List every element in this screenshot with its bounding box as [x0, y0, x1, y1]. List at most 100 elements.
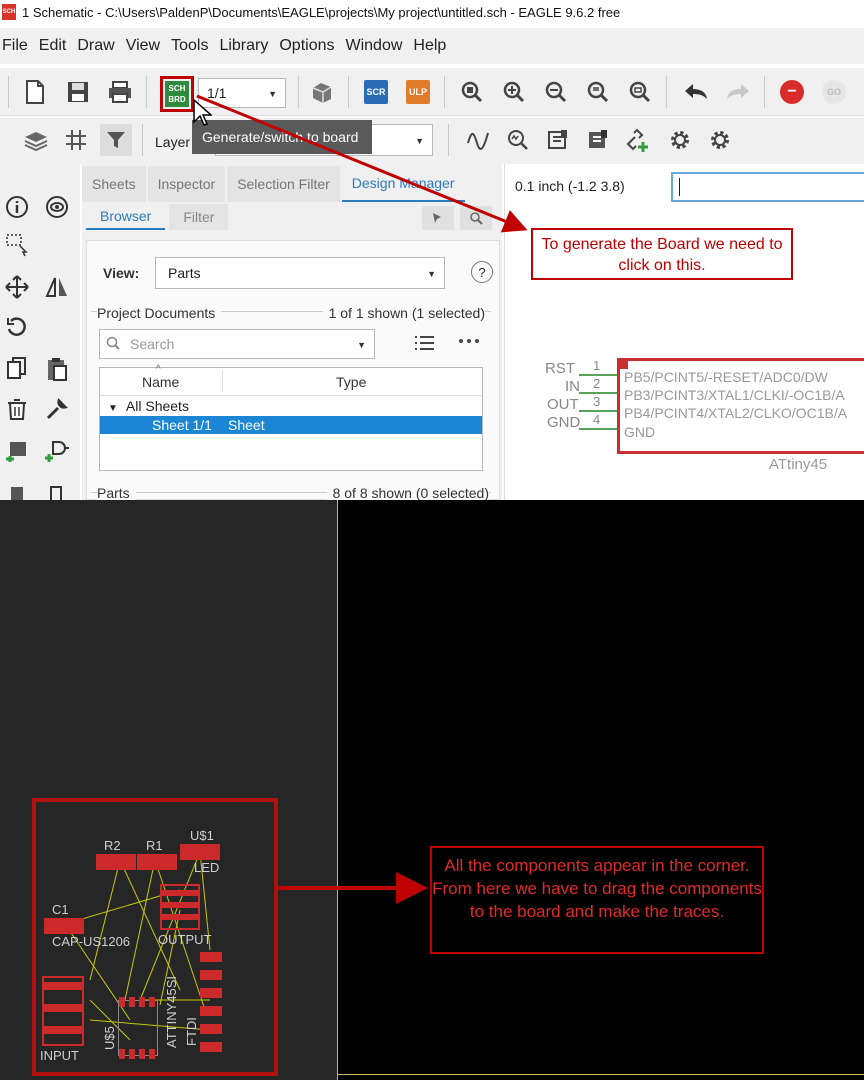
main-toolbar: SCH BRD 1/1 ▼ SCR ULP − GO — [0, 68, 864, 116]
pad — [129, 1049, 135, 1059]
output-footprint[interactable] — [160, 884, 200, 930]
paste-icon[interactable] — [42, 354, 72, 384]
label-cap-us1206: CAP-US1206 — [52, 934, 131, 949]
tree-item-name: Sheet 1/1 — [152, 417, 212, 433]
attiny45-symbol[interactable]: PB5/PCINT5/-RESET/ADC0/DW PB3/PCINT3/XTA… — [617, 358, 864, 454]
gear-icon[interactable] — [664, 124, 696, 156]
board-3d-icon[interactable] — [306, 76, 338, 108]
pad — [162, 890, 198, 896]
attiny45-footprint[interactable] — [118, 997, 158, 1059]
column-name[interactable]: Name — [142, 374, 179, 390]
toolbar-separator — [666, 76, 667, 108]
zoom-last-icon[interactable] — [582, 76, 614, 108]
print-icon[interactable] — [104, 76, 136, 108]
pin-name: IN — [565, 378, 580, 395]
r1-footprint[interactable] — [137, 854, 177, 870]
drc-icon[interactable] — [582, 124, 614, 156]
rotate-icon[interactable] — [2, 312, 32, 342]
c1-footprint[interactable] — [44, 918, 84, 934]
zoom-in-icon[interactable] — [498, 76, 530, 108]
label-r2: R2 — [104, 838, 121, 853]
menu-view[interactable]: View — [126, 37, 160, 55]
menu-help[interactable]: Help — [413, 37, 446, 55]
menu-draw[interactable]: Draw — [77, 37, 114, 55]
tab-design-manager[interactable]: Design Manager — [341, 166, 465, 202]
redo-icon[interactable] — [722, 76, 754, 108]
add-part-icon[interactable] — [2, 436, 32, 466]
label-u1: U$1 — [190, 828, 214, 843]
r2-footprint[interactable] — [96, 854, 136, 870]
menu-library[interactable]: Library — [219, 37, 268, 55]
pad — [200, 1042, 222, 1052]
zoom-fit-icon[interactable] — [456, 76, 488, 108]
filter-icon[interactable] — [100, 124, 132, 156]
more-options-icon[interactable] — [457, 333, 483, 357]
tree-item-sheet[interactable]: Sheet 1/1 Sheet — [100, 416, 482, 434]
menu-options[interactable]: Options — [279, 37, 334, 55]
erc-icon[interactable] — [542, 124, 574, 156]
delete-icon[interactable] — [2, 394, 32, 424]
stop-button[interactable]: − — [776, 76, 808, 108]
toolbar-separator — [448, 124, 449, 156]
sort-ascending-icon: ^ — [156, 364, 161, 375]
show-icon[interactable] — [502, 124, 534, 156]
menu-window[interactable]: Window — [346, 37, 403, 55]
go-button[interactable]: GO — [818, 76, 850, 108]
copy-icon[interactable] — [2, 354, 32, 384]
layers-icon[interactable] — [20, 124, 52, 156]
view-select[interactable]: Parts ▼ — [155, 257, 445, 289]
save-icon[interactable] — [62, 76, 94, 108]
menu-file[interactable]: File — [2, 37, 28, 55]
list-view-icon[interactable] — [413, 333, 439, 357]
tree-group-all-sheets[interactable]: ▼ All Sheets — [108, 398, 189, 414]
script-button[interactable]: SCR — [360, 76, 392, 108]
tab-browser[interactable]: Browser — [86, 204, 166, 230]
command-input[interactable] — [671, 172, 864, 202]
zoom-select-icon[interactable] — [624, 76, 656, 108]
wrench-icon[interactable] — [42, 394, 72, 424]
input-footprint[interactable] — [42, 976, 84, 1046]
settings-gear-icon[interactable] — [704, 124, 736, 156]
board-canvas[interactable]: All the components appear in the corner.… — [0, 500, 864, 1080]
search-input[interactable]: Search ▼ — [99, 329, 375, 359]
ulp-button[interactable]: ULP — [402, 76, 434, 108]
move-icon[interactable] — [2, 272, 32, 302]
mirror-icon[interactable] — [42, 272, 72, 302]
wire-icon[interactable] — [462, 124, 494, 156]
label-attiny45si: ATTINY45SI — [164, 975, 179, 1048]
view-value: Parts — [168, 265, 201, 281]
expand-arrow-icon: ▼ — [108, 403, 118, 414]
tool-palette — [0, 164, 80, 503]
tab-sheets[interactable]: Sheets — [82, 166, 146, 202]
select-icon[interactable] — [2, 230, 32, 260]
sub-tabs: Browser Filter — [86, 204, 232, 230]
help-icon[interactable]: ? — [471, 261, 493, 283]
annotation-generate-board: To generate the Board we need to click o… — [531, 228, 793, 280]
eye-icon[interactable] — [42, 192, 72, 222]
pin-line — [579, 428, 617, 430]
tab-selection-filter[interactable]: Selection Filter — [227, 166, 340, 202]
title-bar: SCH 1 Schematic - C:\Users\PaldenP\Docum… — [0, 0, 864, 24]
u1-led-footprint[interactable] — [180, 844, 220, 860]
menu-tools[interactable]: Tools — [171, 37, 208, 55]
grid-icon[interactable] — [60, 124, 92, 156]
schematic-canvas[interactable]: 0.1 inch (-1.2 3.8) To generate the Boar… — [504, 164, 864, 500]
undo-icon[interactable] — [680, 76, 712, 108]
column-type[interactable]: Type — [336, 374, 366, 390]
select-in-view-icon[interactable] — [422, 206, 454, 230]
zoom-out-icon[interactable] — [540, 76, 572, 108]
generate-board-button[interactable]: SCH BRD — [160, 76, 194, 112]
ftdi-footprint[interactable] — [200, 952, 222, 1070]
pad — [44, 982, 82, 990]
add-gate-icon[interactable] — [42, 436, 72, 466]
menu-edit[interactable]: Edit — [39, 37, 67, 55]
brd-label: BRD — [168, 95, 186, 104]
info-icon[interactable] — [2, 192, 32, 222]
new-file-icon[interactable] — [20, 76, 52, 108]
tab-inspector[interactable]: Inspector — [147, 166, 226, 202]
tab-filter[interactable]: Filter — [169, 204, 229, 230]
pad — [129, 997, 135, 1007]
toolbar-separator — [764, 76, 765, 108]
add-link-icon[interactable] — [622, 124, 654, 156]
zoom-to-selection-icon[interactable] — [460, 206, 492, 230]
